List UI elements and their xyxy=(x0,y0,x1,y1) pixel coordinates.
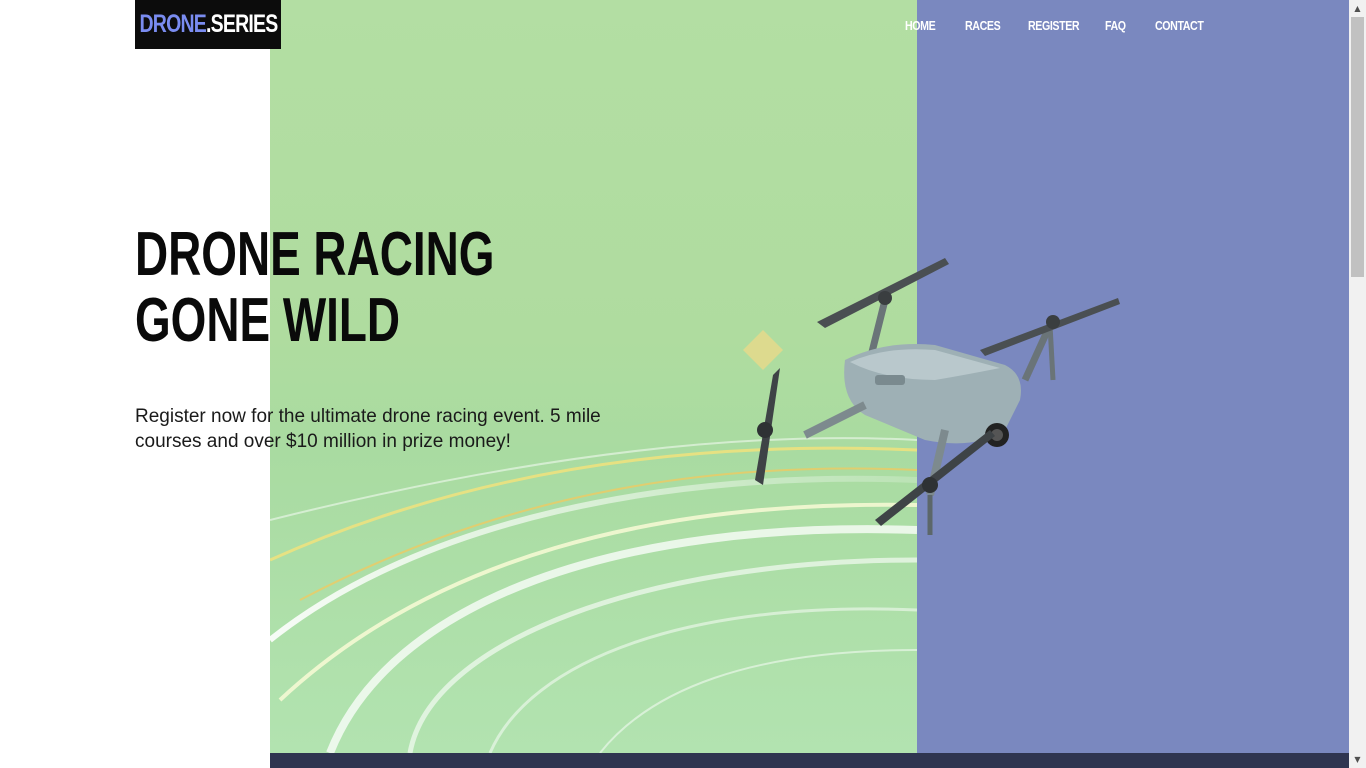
chevron-up-icon[interactable]: ▲ xyxy=(1349,0,1366,17)
scrollbar-thumb[interactable] xyxy=(1351,17,1364,277)
vertical-scrollbar[interactable]: ▲ ▼ xyxy=(1349,0,1366,768)
hero-headline: DRONE RACING GONE WILD xyxy=(135,220,495,355)
nav-contact[interactable]: CONTACT xyxy=(1155,17,1204,35)
hero-subtext: Register now for the ultimate drone raci… xyxy=(135,406,601,452)
drone-photo xyxy=(755,258,1120,535)
chevron-down-icon[interactable]: ▼ xyxy=(1349,751,1366,768)
nav-races[interactable]: RACES xyxy=(965,17,1001,35)
site-logo[interactable]: DRONE.SERIES xyxy=(135,0,281,49)
logo-text-series: .SERIES xyxy=(205,10,278,38)
nav-faq[interactable]: FAQ xyxy=(1105,17,1126,35)
nav-register[interactable]: REGISTER xyxy=(1028,17,1080,35)
logo-text-drone: DRONE xyxy=(138,10,206,38)
nav-home[interactable]: HOME xyxy=(905,17,936,35)
page: DRONE.SERIES HOME RACES REGISTER FAQ CON… xyxy=(0,0,1366,768)
next-section-edge xyxy=(270,753,1349,768)
